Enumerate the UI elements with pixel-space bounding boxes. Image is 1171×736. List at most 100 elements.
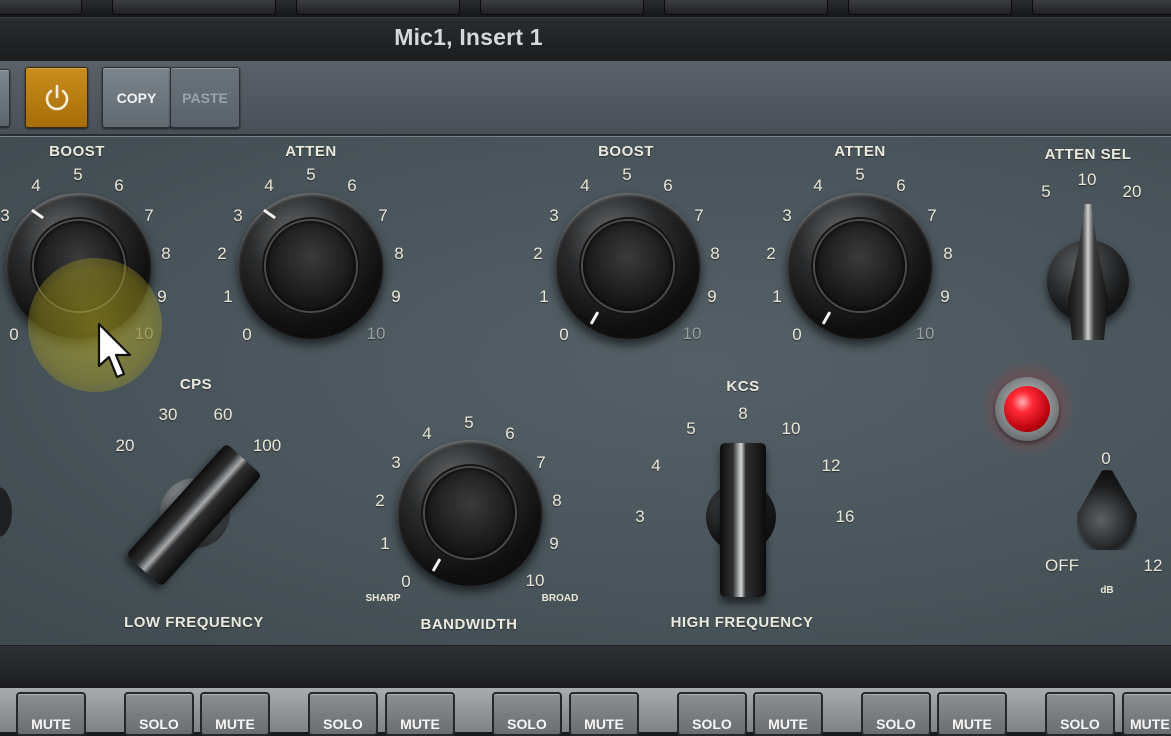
channel-segment bbox=[0, 0, 82, 15]
scale-number: 9 bbox=[707, 287, 717, 306]
power-button[interactable] bbox=[25, 67, 88, 128]
scale-number: 0 bbox=[559, 325, 569, 344]
scale-number: 8 bbox=[710, 244, 720, 263]
scale-number: 0 bbox=[401, 572, 411, 591]
solo-button[interactable]: SOLO bbox=[492, 692, 562, 736]
atten-sel-option: 5 bbox=[1041, 182, 1051, 201]
scale-number: 3 bbox=[782, 206, 792, 225]
low-freq-option: 20 bbox=[115, 436, 135, 455]
solo-button[interactable]: SOLO bbox=[861, 692, 931, 736]
window-title: Mic1, Insert 1 bbox=[394, 24, 543, 50]
low-freq-label: LOW FREQUENCY bbox=[124, 614, 264, 631]
scale-number: 4 bbox=[580, 176, 590, 195]
high-atten-knob[interactable] bbox=[787, 193, 933, 339]
scale-number: 9 bbox=[549, 534, 559, 553]
scale-number: 7 bbox=[144, 206, 154, 225]
high-freq-unit: KCS bbox=[726, 378, 760, 395]
scale-number: 8 bbox=[394, 244, 404, 263]
scale-number: 10 bbox=[915, 324, 935, 343]
scale-number: 8 bbox=[552, 491, 562, 510]
scale-number: 10 bbox=[134, 324, 154, 343]
high-atten-label: ATTEN bbox=[834, 143, 886, 160]
scale-number: 10 bbox=[682, 324, 702, 343]
mute-button[interactable]: MUTE bbox=[16, 692, 86, 736]
scale-number: 8 bbox=[943, 244, 953, 263]
low-freq-option: 30 bbox=[158, 405, 178, 424]
scale-number: 0 bbox=[9, 325, 19, 344]
low-atten-knob[interactable] bbox=[238, 193, 384, 339]
scale-number: 0 bbox=[242, 325, 252, 344]
channel-segment bbox=[112, 0, 276, 15]
scale-number: 0 bbox=[792, 325, 802, 344]
bandwidth-broad-label: BROAD bbox=[541, 593, 579, 604]
channel-segment bbox=[480, 0, 644, 15]
solo-button[interactable]: SOLO bbox=[124, 692, 194, 736]
bandwidth-sharp-label: SHARP bbox=[365, 593, 401, 604]
scale-number: 10 bbox=[525, 571, 545, 590]
mute-button[interactable]: MUTE bbox=[569, 692, 639, 736]
high-freq-option: 12 bbox=[821, 456, 841, 475]
scale-number: 7 bbox=[927, 206, 937, 225]
mute-button[interactable]: MUTE bbox=[753, 692, 823, 736]
paste-button[interactable]: PASTE bbox=[170, 67, 240, 128]
scale-number: 5 bbox=[464, 413, 474, 432]
high-freq-option: 3 bbox=[635, 507, 645, 526]
solo-button[interactable]: SOLO bbox=[1045, 692, 1115, 736]
channel-segment bbox=[1032, 0, 1171, 15]
left-edge-button[interactable] bbox=[0, 69, 10, 127]
power-led-bezel bbox=[995, 377, 1059, 441]
scale-number: 3 bbox=[549, 206, 559, 225]
bandwidth-knob[interactable] bbox=[397, 440, 543, 586]
low-freq-option: 100 bbox=[252, 436, 282, 455]
output-unit-label: dB bbox=[1100, 585, 1114, 596]
power-led bbox=[1004, 386, 1050, 432]
scale-number: 7 bbox=[694, 206, 704, 225]
atten-sel-label: ATTEN SEL bbox=[1044, 146, 1132, 163]
scale-number: 6 bbox=[896, 176, 906, 195]
high-freq-option: 10 bbox=[781, 419, 801, 438]
scale-number: 6 bbox=[505, 424, 515, 443]
low-freq-unit: CPS bbox=[179, 376, 213, 393]
mute-button[interactable]: MUTE bbox=[1122, 692, 1171, 736]
scale-number: 1 bbox=[223, 287, 233, 306]
solo-button[interactable]: SOLO bbox=[308, 692, 378, 736]
scale-number: 4 bbox=[422, 424, 432, 443]
scale-number: 10 bbox=[366, 324, 386, 343]
scale-number: 6 bbox=[114, 176, 124, 195]
low-freq-option: 60 bbox=[213, 405, 233, 424]
scale-number: 5 bbox=[73, 165, 83, 184]
bandwidth-label: BANDWIDTH bbox=[420, 616, 518, 633]
scale-number: 6 bbox=[663, 176, 673, 195]
low-atten-label: ATTEN bbox=[285, 143, 337, 160]
channel-segment bbox=[664, 0, 828, 15]
scale-number: 1 bbox=[772, 287, 782, 306]
mute-button[interactable]: MUTE bbox=[200, 692, 270, 736]
channel-segment bbox=[848, 0, 1012, 15]
scale-number: 9 bbox=[157, 287, 167, 306]
channel-segment bbox=[296, 0, 460, 15]
high-freq-switch[interactable] bbox=[720, 443, 766, 597]
mute-button[interactable]: MUTE bbox=[937, 692, 1007, 736]
high-freq-option: 5 bbox=[686, 419, 696, 438]
scale-number: 9 bbox=[940, 287, 950, 306]
scale-number: 5 bbox=[855, 165, 865, 184]
high-freq-option: 16 bbox=[835, 507, 855, 526]
power-icon bbox=[45, 84, 69, 111]
scale-number: 3 bbox=[0, 206, 10, 225]
high-boost-label: BOOST bbox=[598, 143, 654, 160]
high-freq-option: 8 bbox=[738, 404, 748, 423]
scale-number: 2 bbox=[766, 244, 776, 263]
scale-number: 3 bbox=[233, 206, 243, 225]
top-channel-strip bbox=[0, 0, 1171, 17]
mute-button[interactable]: MUTE bbox=[385, 692, 455, 736]
copy-button[interactable]: COPY bbox=[102, 67, 171, 128]
high-boost-knob[interactable] bbox=[555, 193, 701, 339]
scale-number: 3 bbox=[391, 453, 401, 472]
scale-number: 2 bbox=[217, 244, 227, 263]
atten-sel-option: 20 bbox=[1122, 182, 1142, 201]
low-boost-knob[interactable] bbox=[6, 193, 152, 339]
output-zero-label: 0 bbox=[1101, 449, 1111, 468]
solo-button[interactable]: SOLO bbox=[677, 692, 747, 736]
bottom-bar bbox=[0, 646, 1171, 689]
atten-sel-option: 10 bbox=[1077, 170, 1097, 189]
